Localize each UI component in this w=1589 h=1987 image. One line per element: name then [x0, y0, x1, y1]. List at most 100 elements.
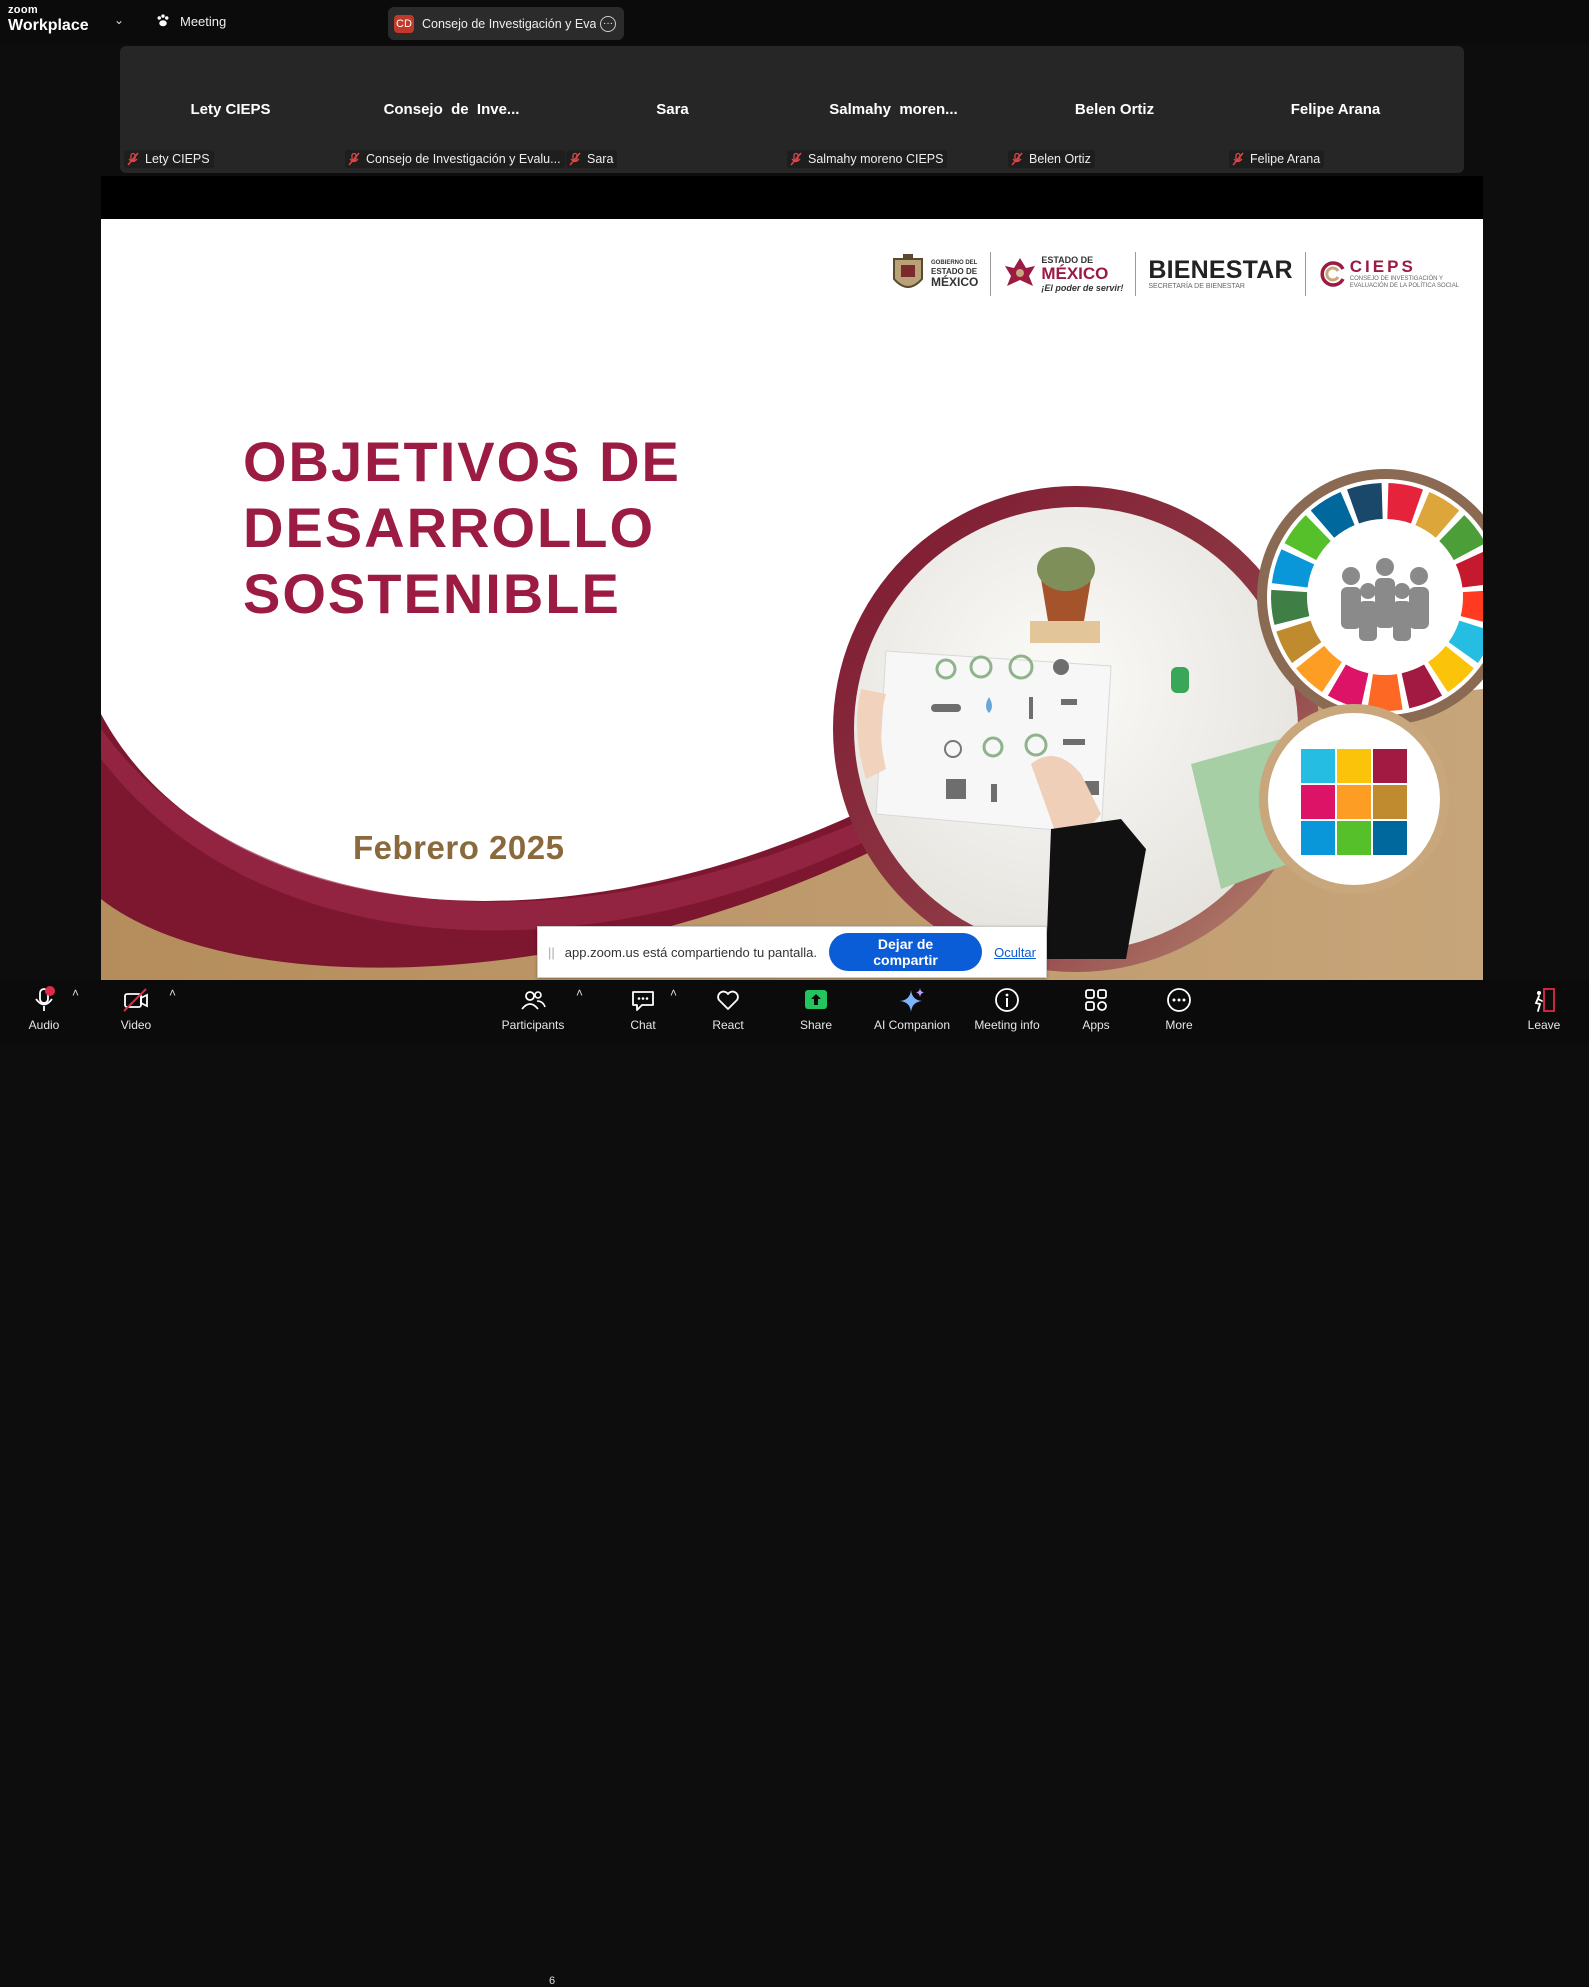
logo-divider [1304, 252, 1306, 296]
participant-tile[interactable]: Felipe Arana Felipe Arana [1225, 46, 1446, 173]
participant-tag-label: Sara [587, 152, 614, 166]
microphone-icon [35, 986, 55, 1011]
meeting-info-label: Meeting info [974, 1018, 1040, 1032]
leave-button[interactable]: Leave [1502, 986, 1586, 1038]
share-screen-icon [805, 990, 827, 1009]
screen-share-notification: || app.zoom.us está compartiendo tu pant… [537, 926, 1047, 978]
flower-emblem-icon [1005, 258, 1036, 286]
ai-companion-button[interactable]: AI Companion [870, 986, 954, 1038]
share-button[interactable]: Share [774, 986, 858, 1038]
cieps-subtitle-2: EVALUACIÓN DE LA POLÍTICA SOCIAL [1349, 283, 1460, 289]
bienestar-title: BIENESTAR [1148, 255, 1293, 284]
more-icon [1167, 988, 1191, 1012]
audio-label: Audio [28, 1018, 60, 1032]
institution-logos: GOBIERNO DEL ESTADO DE MÉXICO ESTADO DE … [891, 249, 1459, 299]
logo-gobierno-edomex: GOBIERNO DEL ESTADO DE MÉXICO [891, 249, 978, 299]
participant-tag: Belen Ortiz [1008, 150, 1095, 168]
zoom-workplace-logo[interactable]: zoom Workplace [8, 5, 89, 34]
video-options-caret-icon[interactable]: ˄ [169, 986, 176, 1000]
slide-title-line2: DESARROLLO [243, 496, 655, 559]
participant-name: Lety CIEPS [190, 101, 271, 118]
mic-muted-icon [1011, 152, 1023, 166]
video-off-icon [123, 988, 148, 1012]
mic-muted-icon [127, 152, 139, 166]
ai-companion-label: AI Companion [873, 1018, 951, 1032]
share-initials-badge: CD [394, 14, 414, 33]
share-tab-label: Consejo de Investigación y Evalu [422, 16, 596, 31]
participant-tile[interactable]: Salmahy moren... Salmahy moreno CIEPS [783, 46, 1004, 173]
mic-muted-icon [790, 152, 802, 166]
stop-sharing-button[interactable]: Dejar de compartir [828, 933, 983, 971]
chevron-down-icon[interactable]: ⌄ [114, 13, 124, 27]
participant-tag-label: Belen Ortiz [1029, 152, 1091, 166]
brand-small: zoom [8, 4, 38, 16]
chat-icon [632, 991, 654, 1011]
apps-button[interactable]: Apps [1054, 986, 1138, 1038]
more-button[interactable]: More [1137, 986, 1221, 1038]
video-button[interactable]: Video [94, 986, 178, 1038]
sparkle-icon [900, 988, 924, 1012]
participant-name: Belen Ortiz [1074, 101, 1155, 118]
participant-tag: Felipe Arana [1229, 150, 1325, 168]
paw-icon [157, 14, 169, 27]
gob-line3: MÉXICO [931, 274, 979, 289]
drag-handle-icon[interactable]: || [548, 945, 555, 960]
participant-name: Consejo de Inve... [383, 101, 520, 118]
slide-date: Febrero 2025 [353, 829, 565, 866]
slide-title: OBJETIVOS DE DESARROLLO SOSTENIBLE [243, 429, 681, 627]
participant-tag: Salmahy moreno CIEPS [787, 150, 948, 168]
participant-tag-label: Felipe Arana [1250, 152, 1321, 166]
edomex-line2: MÉXICO [1041, 264, 1109, 283]
logo-bienestar: BIENESTAR SECRETARÍA DE BIENESTAR [1148, 249, 1292, 299]
bienestar-subtitle: SECRETARÍA DE BIENESTAR [1148, 282, 1245, 290]
participant-tag-label: Consejo de Investigación y Evalu... [366, 152, 561, 166]
meeting-info-button[interactable]: Meeting info [965, 986, 1049, 1038]
react-button[interactable]: React [686, 986, 770, 1038]
participant-tile[interactable]: Sara Sara [562, 46, 783, 173]
participant-strip: Lety CIEPS Lety CIEPS Consejo de Inve...… [120, 46, 1464, 173]
leave-icon [1534, 988, 1555, 1012]
logo-divider [1135, 252, 1137, 296]
presentation-slide: GOBIERNO DEL ESTADO DE MÉXICO ESTADO DE … [101, 219, 1483, 980]
meeting-tab[interactable]: Meeting [154, 12, 226, 30]
notification-message: app.zoom.us está compartiendo tu pantall… [564, 944, 817, 960]
heart-icon [717, 990, 739, 1010]
participants-options-caret-icon[interactable]: ˄ [576, 986, 583, 1000]
chat-options-caret-icon[interactable]: ˄ [670, 986, 677, 1000]
mic-muted-icon [569, 152, 581, 166]
more-label: More [1165, 1018, 1193, 1032]
mic-muted-icon [348, 152, 360, 166]
slide-title-line1: OBJETIVOS DE [243, 430, 681, 493]
cieps-subtitle-1: CONSEJO DE INVESTIGACIÓN Y [1349, 276, 1444, 282]
participants-button[interactable]: Participants [491, 986, 575, 1038]
gob-line1: GOBIERNO DEL [931, 259, 978, 266]
info-icon [995, 988, 1019, 1012]
participant-tile[interactable]: Belen Ortiz Belen Ortiz [1004, 46, 1225, 173]
shared-screen: GOBIERNO DEL ESTADO DE MÉXICO ESTADO DE … [101, 176, 1483, 980]
leave-label: Leave [1527, 1018, 1561, 1032]
mic-muted-icon [1232, 152, 1244, 166]
participant-tag-label: Salmahy moreno CIEPS [808, 152, 944, 166]
participant-tag: Sara [566, 150, 618, 168]
coat-of-arms-icon [893, 254, 923, 288]
participant-tile[interactable]: Lety CIEPS Lety CIEPS [120, 46, 341, 173]
participants-icon [521, 991, 546, 1010]
apps-icon [1085, 989, 1107, 1011]
participant-tile[interactable]: Consejo de Inve... Consejo de Investigac… [341, 46, 565, 173]
brand-big: Workplace [8, 17, 89, 34]
meeting-toolbar: Audio ˄ Video ˄ Participants 6 ˄ Chat ˄ [0, 980, 1589, 1987]
participant-name: Sara [656, 101, 689, 118]
screen-share-tab[interactable]: CD Consejo de Investigación y Evalu ··· [388, 7, 624, 40]
audio-options-caret-icon[interactable]: ˄ [72, 986, 79, 1000]
participant-tag-label: Lety CIEPS [145, 152, 210, 166]
sdg-wheel-segment [1367, 674, 1403, 711]
cieps-swirl-icon [1320, 261, 1345, 287]
more-options-icon[interactable]: ··· [600, 15, 616, 32]
share-label: Share [799, 1018, 833, 1032]
react-label: React [712, 1018, 744, 1032]
hide-link[interactable]: Ocultar [994, 945, 1036, 960]
cieps-title: CIEPS [1349, 257, 1416, 276]
chat-label: Chat [630, 1018, 656, 1032]
slide-title-line3: SOSTENIBLE [243, 562, 621, 625]
participants-count: 6 [549, 1975, 556, 1987]
